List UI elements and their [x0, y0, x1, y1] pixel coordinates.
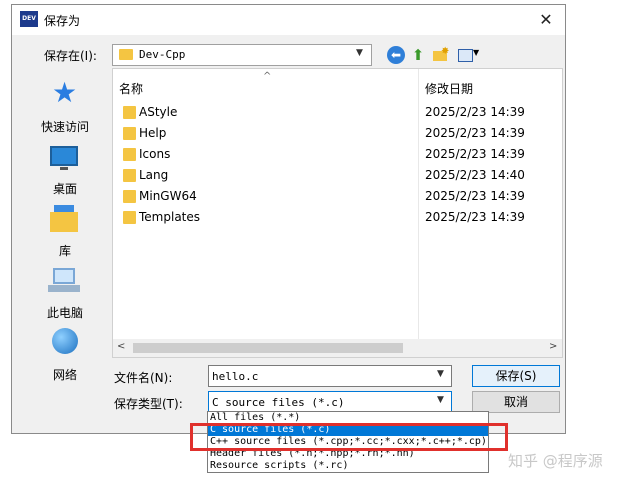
save-as-dialog: DEV 保存为 ✕ 保存在(I): Dev-Cpp ▼ ⬅ ⬆ ✸ ▼ ★ 快速…: [11, 4, 566, 434]
file-row[interactable]: MinGW64 2025/2/23 14:39: [113, 186, 553, 207]
library-icon: [50, 212, 78, 232]
scroll-right-icon[interactable]: >: [549, 341, 557, 352]
title-bar[interactable]: DEV 保存为 ✕: [12, 5, 565, 35]
place-label: 此电脑: [46, 306, 83, 320]
location-dropdown[interactable]: Dev-Cpp ▼: [112, 44, 372, 66]
file-date: 2025/2/23 14:39: [425, 189, 525, 203]
star-icon: ★: [52, 76, 78, 109]
file-name: MinGW64: [139, 189, 197, 203]
horizontal-scrollbar[interactable]: < >: [113, 339, 562, 357]
desktop-icon: [50, 146, 78, 166]
file-name: Templates: [139, 210, 201, 224]
folder-icon: [123, 148, 136, 161]
file-type-label: 保存类型(T):: [114, 397, 183, 411]
file-name: Help: [139, 126, 167, 140]
folder-icon: [123, 211, 136, 224]
save-in-label: 保存在(I):: [44, 49, 97, 63]
file-name: AStyle: [139, 105, 178, 119]
watermark: 知乎 @程序源: [508, 452, 603, 470]
place-label: 桌面: [52, 182, 77, 196]
close-button[interactable]: ✕: [532, 7, 560, 33]
new-folder-icon[interactable]: ✸: [431, 46, 449, 64]
filename-label: 文件名(N):: [114, 371, 173, 385]
dialog-title: 保存为: [44, 14, 81, 28]
file-name: Lang: [139, 168, 169, 182]
column-header-date[interactable]: 修改日期: [425, 80, 473, 97]
filename-value: hello.c: [212, 370, 259, 383]
sort-ascending-icon: ^: [263, 71, 272, 82]
back-icon[interactable]: ⬅: [387, 46, 405, 64]
file-row[interactable]: Icons 2025/2/23 14:39: [113, 144, 553, 165]
view-menu-icon[interactable]: ▼: [456, 46, 482, 64]
chevron-down-icon: ▼: [356, 48, 363, 58]
place-label: 网络: [52, 368, 77, 382]
folder-icon: [123, 106, 136, 119]
up-folder-icon[interactable]: ⬆: [409, 46, 427, 64]
folder-icon: [123, 127, 136, 140]
scrollbar-thumb[interactable]: [133, 343, 403, 353]
location-value: Dev-Cpp: [139, 48, 186, 61]
file-date: 2025/2/23 14:39: [425, 105, 525, 119]
file-list[interactable]: 名称 ^ 修改日期 AStyle 2025/2/23 14:39 Help 20…: [112, 68, 563, 358]
computer-icon: [53, 268, 75, 284]
annotation-highlight-box: [190, 423, 508, 451]
file-date: 2025/2/23 14:40: [425, 168, 525, 182]
devcpp-app-icon: DEV: [20, 11, 38, 27]
file-row[interactable]: AStyle 2025/2/23 14:39: [113, 102, 553, 123]
scroll-left-icon[interactable]: <: [117, 341, 125, 352]
file-name: Icons: [139, 147, 171, 161]
file-date: 2025/2/23 14:39: [425, 210, 525, 224]
save-button[interactable]: 保存(S): [472, 365, 560, 387]
filename-field[interactable]: hello.c ▼: [208, 365, 452, 387]
file-date: 2025/2/23 14:39: [425, 126, 525, 140]
chevron-down-icon[interactable]: ▼: [437, 369, 444, 379]
chevron-down-icon[interactable]: ▼: [437, 395, 444, 405]
place-label: 库: [58, 244, 71, 258]
folder-icon: [119, 49, 133, 60]
new-folder-spark: ✸: [441, 46, 450, 57]
place-label: 快速访问: [40, 120, 89, 134]
cancel-button[interactable]: 取消: [472, 391, 560, 413]
file-date: 2025/2/23 14:39: [425, 147, 525, 161]
network-globe-icon: [52, 328, 78, 354]
file-type-value: C source files (*.c): [212, 396, 345, 409]
folder-icon: [123, 169, 136, 182]
file-row[interactable]: Templates 2025/2/23 14:39: [113, 207, 553, 228]
file-row[interactable]: Help 2025/2/23 14:39: [113, 123, 553, 144]
file-row[interactable]: Lang 2025/2/23 14:40: [113, 165, 553, 186]
places-bar: ★ 快速访问 桌面 库 此电脑 网络: [21, 66, 109, 386]
file-type-option[interactable]: Resource scripts (*.rc): [208, 460, 488, 472]
file-type-dropdown[interactable]: C source files (*.c) ▼: [208, 391, 452, 413]
column-header-name[interactable]: 名称: [119, 80, 143, 97]
folder-icon: [123, 190, 136, 203]
